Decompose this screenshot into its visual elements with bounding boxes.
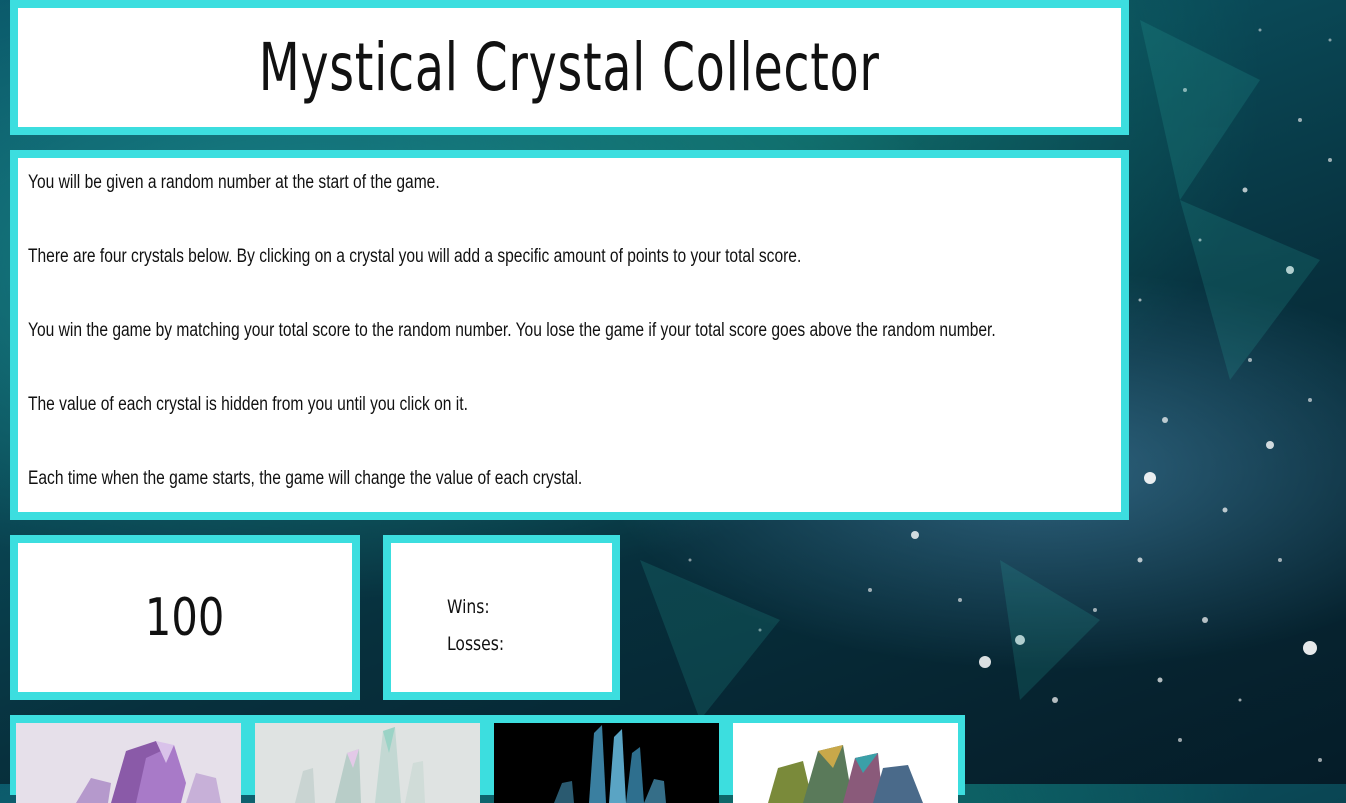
- page-title: Mystical Crystal Collector: [259, 29, 880, 106]
- losses-label: Losses:: [447, 633, 505, 655]
- purple-amethyst-crystal-button[interactable]: [16, 723, 241, 803]
- rainbow-aura-crystal-button[interactable]: [733, 723, 958, 803]
- instruction-line: You will be given a random number at the…: [28, 172, 440, 193]
- blue-crystal-button[interactable]: [494, 723, 719, 803]
- instruction-line: Each time when the game starts, the game…: [28, 468, 583, 489]
- purple-amethyst-crystal-image: [16, 723, 241, 803]
- target-number-panel: 100: [10, 535, 360, 700]
- instruction-line: You win the game by matching your total …: [28, 320, 996, 341]
- scoreboard-panel: Wins: Losses:: [383, 535, 620, 700]
- clear-quartz-crystal-image: [255, 723, 480, 803]
- rainbow-aura-crystal-image: [733, 723, 958, 803]
- instruction-line: The value of each crystal is hidden from…: [28, 394, 468, 415]
- instruction-line: There are four crystals below. By clicki…: [28, 246, 802, 267]
- wins-label: Wins:: [447, 596, 490, 618]
- title-panel: Mystical Crystal Collector: [10, 0, 1129, 135]
- instructions-panel: You will be given a random number at the…: [10, 150, 1129, 520]
- crystal-row: [10, 715, 965, 803]
- clear-quartz-crystal-button[interactable]: [255, 723, 480, 803]
- target-number: 100: [145, 587, 225, 648]
- blue-crystal-image: [494, 723, 719, 803]
